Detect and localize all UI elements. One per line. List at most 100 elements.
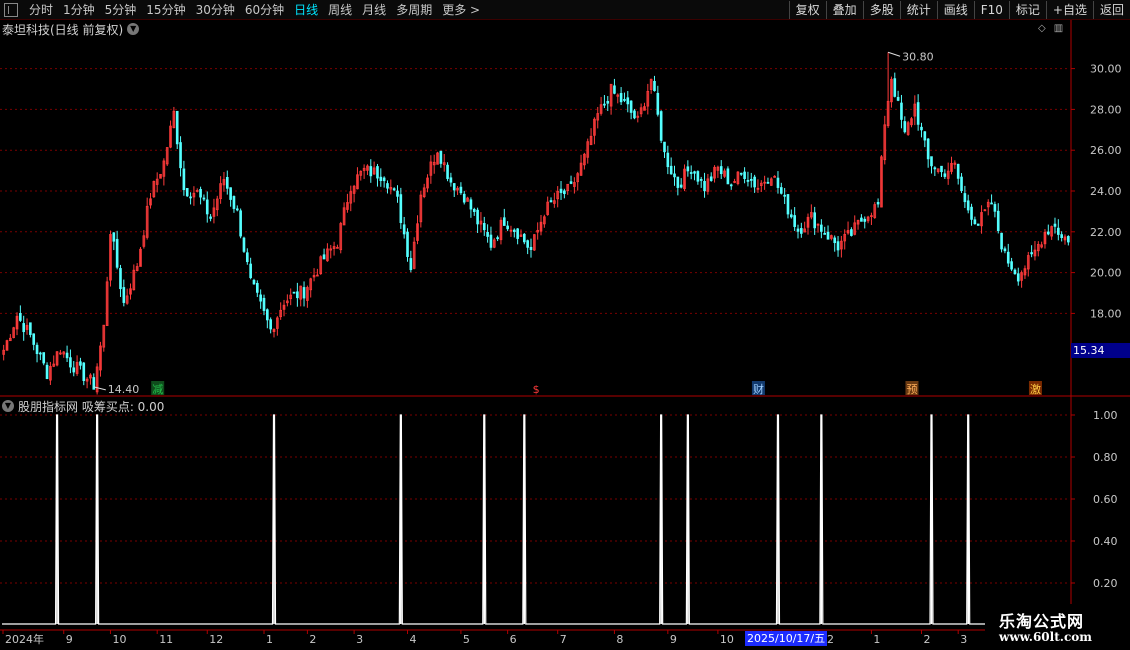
candle-body [963,193,967,203]
candle-body [476,209,479,225]
candle-body [903,121,907,133]
candle-body [619,93,623,103]
x-tick-label: 12 [209,633,223,646]
x-tick-label: 2024年 [5,632,44,646]
candle-body [516,228,519,239]
x-tick-label: 7 [560,633,567,646]
main-grid [0,20,1130,631]
x-tick-label: 8 [616,633,623,646]
candle-body [232,196,236,209]
candle-body [199,188,202,198]
candle-body [686,166,690,172]
chevron-down-icon[interactable]: ▼ [127,23,140,35]
candle-body [666,152,670,168]
panel-toggle-icon[interactable]: ▥ [1054,23,1063,34]
candle-body [900,102,903,120]
candle-body [923,131,927,141]
period-tab-1[interactable]: 1分钟 [58,0,100,20]
diamond-icon[interactable]: ◇ [1038,23,1046,34]
candle-body [1067,236,1070,243]
candle-body [669,165,673,175]
candle-body [930,156,933,167]
candle-body [262,297,266,311]
max-price-label: 30.80 [902,50,934,63]
candle-body [1060,234,1063,239]
tool-button-2[interactable]: 多股 [862,1,900,19]
tool-button-0[interactable]: 复权 [788,1,826,19]
candle-body [185,188,189,197]
y-tick-label: 28.00 [1090,103,1122,116]
candle-body [252,279,256,285]
candle-body [779,187,783,194]
period-tab-8[interactable]: 月线 [357,0,391,20]
candle-body [22,323,26,333]
candle-body [179,142,182,169]
tool-button-list: 复权 叠加 多股 统计 画线 F10 标记 +自选 返回 [788,0,1130,20]
max-leader-line [887,51,901,57]
period-tab-3[interactable]: 15分钟 [141,0,190,20]
candle-body [790,214,793,218]
x-tick-label: 10 [112,633,126,646]
candle-body [836,241,840,251]
period-tab-0[interactable]: 分时 [24,0,58,20]
tool-button-8[interactable]: 返回 [1092,1,1130,19]
tool-button-4[interactable]: 画线 [936,1,974,19]
candle-body [893,78,897,97]
period-tab-7[interactable]: 周线 [323,0,357,20]
candle-body [112,232,116,242]
period-tab-5[interactable]: 60分钟 [240,0,289,20]
min-price-label: 14.40 [108,383,140,396]
candle-body [205,199,209,215]
period-tab-4[interactable]: 30分钟 [191,0,240,20]
candle-body [292,291,296,294]
event-markers: 减 $ 财 预 激 [151,381,1042,396]
candle-body [719,166,723,175]
candle-body [693,171,696,174]
candle-body [526,240,529,248]
watermark-url: www.60lt.com [999,630,1092,644]
period-tab-9[interactable]: 多周期 [391,0,437,20]
indicator-tick-label: 0.60 [1093,493,1118,506]
menu-icon[interactable] [4,3,18,17]
candle-body [656,92,660,115]
x-tick-label: 6 [510,633,517,646]
signal-series [2,414,1070,625]
candle-body [446,164,449,179]
current-price-label: 15.34 [1071,343,1130,358]
candle-body [19,313,22,321]
candle-body [896,96,900,101]
candle-body [1000,232,1003,250]
candle-body [512,229,516,232]
tool-button-7[interactable]: +自选 [1045,1,1093,19]
candle-body [29,322,32,335]
tool-button-3[interactable]: 统计 [899,1,937,19]
candle-body [623,99,626,101]
tool-button-5[interactable]: F10 [973,1,1009,19]
candle-body [1013,269,1017,275]
y-tick-label: 18.00 [1090,307,1122,320]
chevron-down-icon[interactable]: ▼ [2,400,14,412]
candle-body [409,258,413,271]
candle-body [399,194,403,223]
x-tick-label: 5 [463,633,470,646]
candle-body [940,165,943,173]
x-tick-label: 1 [873,633,880,646]
candle-body [559,188,563,193]
chart-title: 泰坦科技(日线 前复权) ▼ [2,21,140,37]
period-tab-2[interactable]: 5分钟 [100,0,142,20]
x-tick-label: 9 [66,633,73,646]
candle-body [82,362,86,381]
candle-body [653,80,656,92]
event-label: 财 [753,382,764,396]
indicator-title: 股朋指标网 吸筹买点: 0.00 [18,399,165,414]
candle-body [1057,227,1060,235]
candle-body [926,138,930,160]
period-tab-6[interactable]: 日线 [289,0,323,20]
tool-button-1[interactable]: 叠加 [825,1,863,19]
period-tab-10[interactable]: 更多 > [437,0,485,20]
candle-body [482,223,486,231]
candle-body [629,100,633,113]
indicator-tick-label: 1.00 [1093,409,1118,422]
candle-body [72,367,76,373]
tool-button-6[interactable]: 标记 [1008,1,1046,19]
